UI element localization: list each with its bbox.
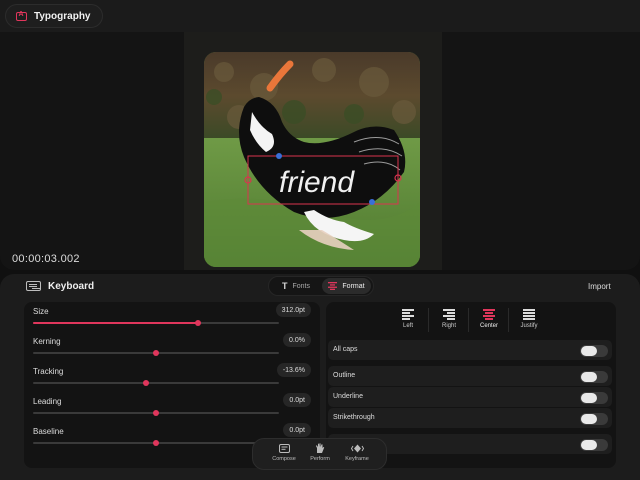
keyframe-icon xyxy=(350,443,364,454)
panel-title: Keyboard xyxy=(48,281,95,292)
baseline-slider[interactable] xyxy=(33,440,279,446)
toggle-label: Strikethrough xyxy=(333,414,375,421)
align-left-label: Left xyxy=(402,323,413,329)
align-right-icon xyxy=(443,308,455,320)
typography-icon xyxy=(16,11,27,21)
align-center-button[interactable]: Center xyxy=(469,308,509,332)
tab-format-label: Format xyxy=(342,282,365,290)
tab-fonts[interactable]: T Fonts xyxy=(271,278,321,294)
format-lines-icon xyxy=(328,282,338,290)
dock-label: Compose xyxy=(272,456,296,462)
keyboard-icon xyxy=(26,281,41,291)
dock-label: Keyframe xyxy=(345,456,369,462)
align-justify-button[interactable]: Justify xyxy=(509,308,549,332)
align-justify-icon xyxy=(523,308,535,320)
size-slider[interactable] xyxy=(33,320,279,326)
toggle-label: Underline xyxy=(333,393,363,400)
toggle-label: All caps xyxy=(333,346,358,353)
tracking-value[interactable]: -13.6% xyxy=(276,363,311,377)
align-left-button[interactable]: Left xyxy=(388,308,428,332)
import-button[interactable]: Import xyxy=(588,282,611,291)
outline-switch[interactable] xyxy=(580,371,608,383)
align-right-label: Right xyxy=(441,323,456,329)
dock-perform[interactable]: Perform xyxy=(300,443,340,467)
slider-label: Tracking xyxy=(33,367,64,376)
app-window: Typography xyxy=(0,0,640,480)
font-t-icon: T xyxy=(281,281,288,291)
leading-slider-row: Leading 0.0pt xyxy=(33,393,311,427)
align-left-icon xyxy=(402,308,414,320)
hand-icon xyxy=(315,443,325,454)
underline-switch[interactable] xyxy=(580,392,608,404)
bottom-dock: Compose Perform Keyframe xyxy=(252,438,387,470)
toggle-all-caps: All caps xyxy=(328,340,612,360)
photo-canvas[interactable]: friend xyxy=(204,52,420,267)
slider-label: Size xyxy=(33,307,49,316)
rotate-handle-top[interactable] xyxy=(276,153,282,159)
slider-label: Kerning xyxy=(33,337,61,346)
timecode: 00:00:03.002 xyxy=(12,253,80,265)
toggle-outline: Outline xyxy=(328,366,612,386)
leading-value[interactable]: 0.0pt xyxy=(283,393,311,407)
size-slider-row: Size 312.0pt xyxy=(33,303,311,337)
top-bar: Typography xyxy=(0,0,640,32)
rotate-handle-bottom[interactable] xyxy=(369,199,375,205)
dock-keyframe[interactable]: Keyframe xyxy=(337,443,377,467)
extra-switch[interactable] xyxy=(580,439,608,451)
overlay-text[interactable]: friend xyxy=(279,166,355,199)
tracking-slider-row: Tracking -13.6% xyxy=(33,363,311,397)
toggle-strikethrough: Strikethrough xyxy=(328,408,612,428)
leading-slider[interactable] xyxy=(33,410,279,416)
align-right-button[interactable]: Right xyxy=(429,308,469,332)
tab-fonts-label: Fonts xyxy=(292,282,310,290)
dock-label: Perform xyxy=(310,456,330,462)
slider-knob[interactable] xyxy=(194,320,201,326)
kerning-slider[interactable] xyxy=(33,350,279,356)
dog-photo: friend xyxy=(204,52,420,267)
align-center-icon xyxy=(483,308,495,320)
tab-format[interactable]: Format xyxy=(322,278,371,294)
title-pill[interactable]: Typography xyxy=(5,4,104,28)
slider-knob[interactable] xyxy=(153,410,159,416)
size-value[interactable]: 312.0pt xyxy=(275,303,311,317)
toggle-underline: Underline xyxy=(328,387,612,407)
slider-label: Leading xyxy=(33,397,62,406)
slider-label: Baseline xyxy=(33,427,64,436)
tab-switcher: T Fonts Format xyxy=(268,276,374,296)
toggle-label: Outline xyxy=(333,372,356,379)
dock-compose[interactable]: Compose xyxy=(264,443,304,467)
preview-area: Typography xyxy=(0,0,640,270)
all-caps-switch[interactable] xyxy=(580,345,608,357)
strikethrough-switch[interactable] xyxy=(580,413,608,425)
kerning-slider-row: Kerning 0.0% xyxy=(33,333,311,367)
slider-knob[interactable] xyxy=(153,440,159,446)
slider-knob[interactable] xyxy=(143,380,150,386)
baseline-value[interactable]: 0.0pt xyxy=(283,423,311,437)
compose-icon xyxy=(278,443,290,454)
tracking-slider[interactable] xyxy=(33,380,279,386)
align-center-label: Center xyxy=(479,323,498,329)
page-title: Typography xyxy=(34,10,91,22)
kerning-value[interactable]: 0.0% xyxy=(283,333,311,347)
slider-knob[interactable] xyxy=(153,350,159,356)
align-justify-label: Justify xyxy=(520,323,538,329)
